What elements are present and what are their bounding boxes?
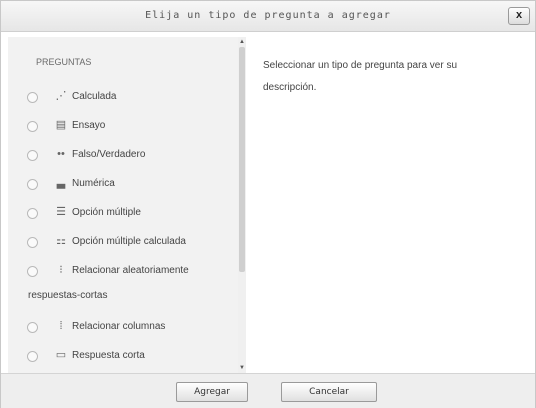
shortanswer-icon: ▭ xyxy=(55,349,67,361)
option-relacionar-columnas[interactable]: ⁞ Relacionar columnas xyxy=(8,319,236,337)
radio-button[interactable] xyxy=(27,208,38,219)
option-ensayo[interactable]: ▤ Ensayo xyxy=(8,118,236,136)
list-heading: PREGUNTAS xyxy=(36,57,92,67)
option-falso-verdadero[interactable]: •• Falso/Verdadero xyxy=(8,147,236,165)
option-label: Relacionar columnas xyxy=(72,321,166,332)
option-opcion-multiple[interactable]: ☰ Opción múltiple xyxy=(8,205,236,223)
cancel-button[interactable]: Cancelar xyxy=(281,382,377,402)
radio-button[interactable] xyxy=(27,237,38,248)
option-label: Opción múltiple xyxy=(72,207,141,218)
title-bar: Elija un tipo de pregunta a agregar x xyxy=(1,1,535,32)
random-match-icon: ⁝ xyxy=(59,264,63,276)
truefalse-icon: •• xyxy=(57,148,65,160)
calculated-multichoice-icon: ⚏ xyxy=(56,235,66,247)
radio-button[interactable] xyxy=(27,121,38,132)
option-calculada[interactable]: ⋰ Calculada xyxy=(8,89,236,107)
option-relacionar-aleatoriamente[interactable]: ⁝ Relacionar aleatoriamente xyxy=(8,263,236,281)
button-bar: Agregar Cancelar xyxy=(1,373,535,408)
add-button[interactable]: Agregar xyxy=(176,382,248,402)
radio-button[interactable] xyxy=(27,351,38,362)
option-label: Relacionar aleatoriamente xyxy=(72,265,189,276)
scrollbar[interactable]: ▲ ▼ xyxy=(238,37,246,373)
option-label: Numérica xyxy=(72,178,115,189)
scrollbar-thumb[interactable] xyxy=(239,47,245,272)
option-label: Ensayo xyxy=(72,120,106,131)
dialog-title: Elija un tipo de pregunta a agregar xyxy=(145,10,391,21)
scroll-up-arrow-icon[interactable]: ▲ xyxy=(238,37,246,47)
radio-button[interactable] xyxy=(27,150,38,161)
option-label: Falso/Verdadero xyxy=(72,149,146,160)
scroll-down-arrow-icon[interactable]: ▼ xyxy=(238,363,246,373)
close-button[interactable]: x xyxy=(508,7,530,25)
essay-icon: ▤ xyxy=(55,119,67,131)
option-label-continuation: respuestas-cortas xyxy=(28,290,108,301)
description-panel: Seleccionar un tipo de pregunta para ver… xyxy=(263,60,458,93)
option-opcion-multiple-calculada[interactable]: ⚏ Opción múltiple calculada xyxy=(8,234,236,252)
calculated-icon: ⋰ xyxy=(55,90,67,102)
option-label: Opción múltiple calculada xyxy=(72,236,186,247)
match-icon: ⁞ xyxy=(59,320,63,332)
option-numerica[interactable]: ▃ Numérica xyxy=(8,176,236,194)
radio-button[interactable] xyxy=(27,266,38,277)
option-respuesta-corta[interactable]: ▭ Respuesta corta xyxy=(8,348,236,366)
question-type-dialog: Elija un tipo de pregunta a agregar x PR… xyxy=(0,0,536,408)
radio-button[interactable] xyxy=(27,322,38,333)
option-label: Calculada xyxy=(72,91,117,102)
radio-button[interactable] xyxy=(27,92,38,103)
question-type-list: PREGUNTAS ⋰ Calculada ▤ Ensayo •• Falso/… xyxy=(8,37,246,373)
radio-button[interactable] xyxy=(27,179,38,190)
option-label: Respuesta corta xyxy=(72,350,145,361)
multichoice-icon: ☰ xyxy=(56,206,66,218)
numeric-icon: ▃ xyxy=(56,177,66,189)
